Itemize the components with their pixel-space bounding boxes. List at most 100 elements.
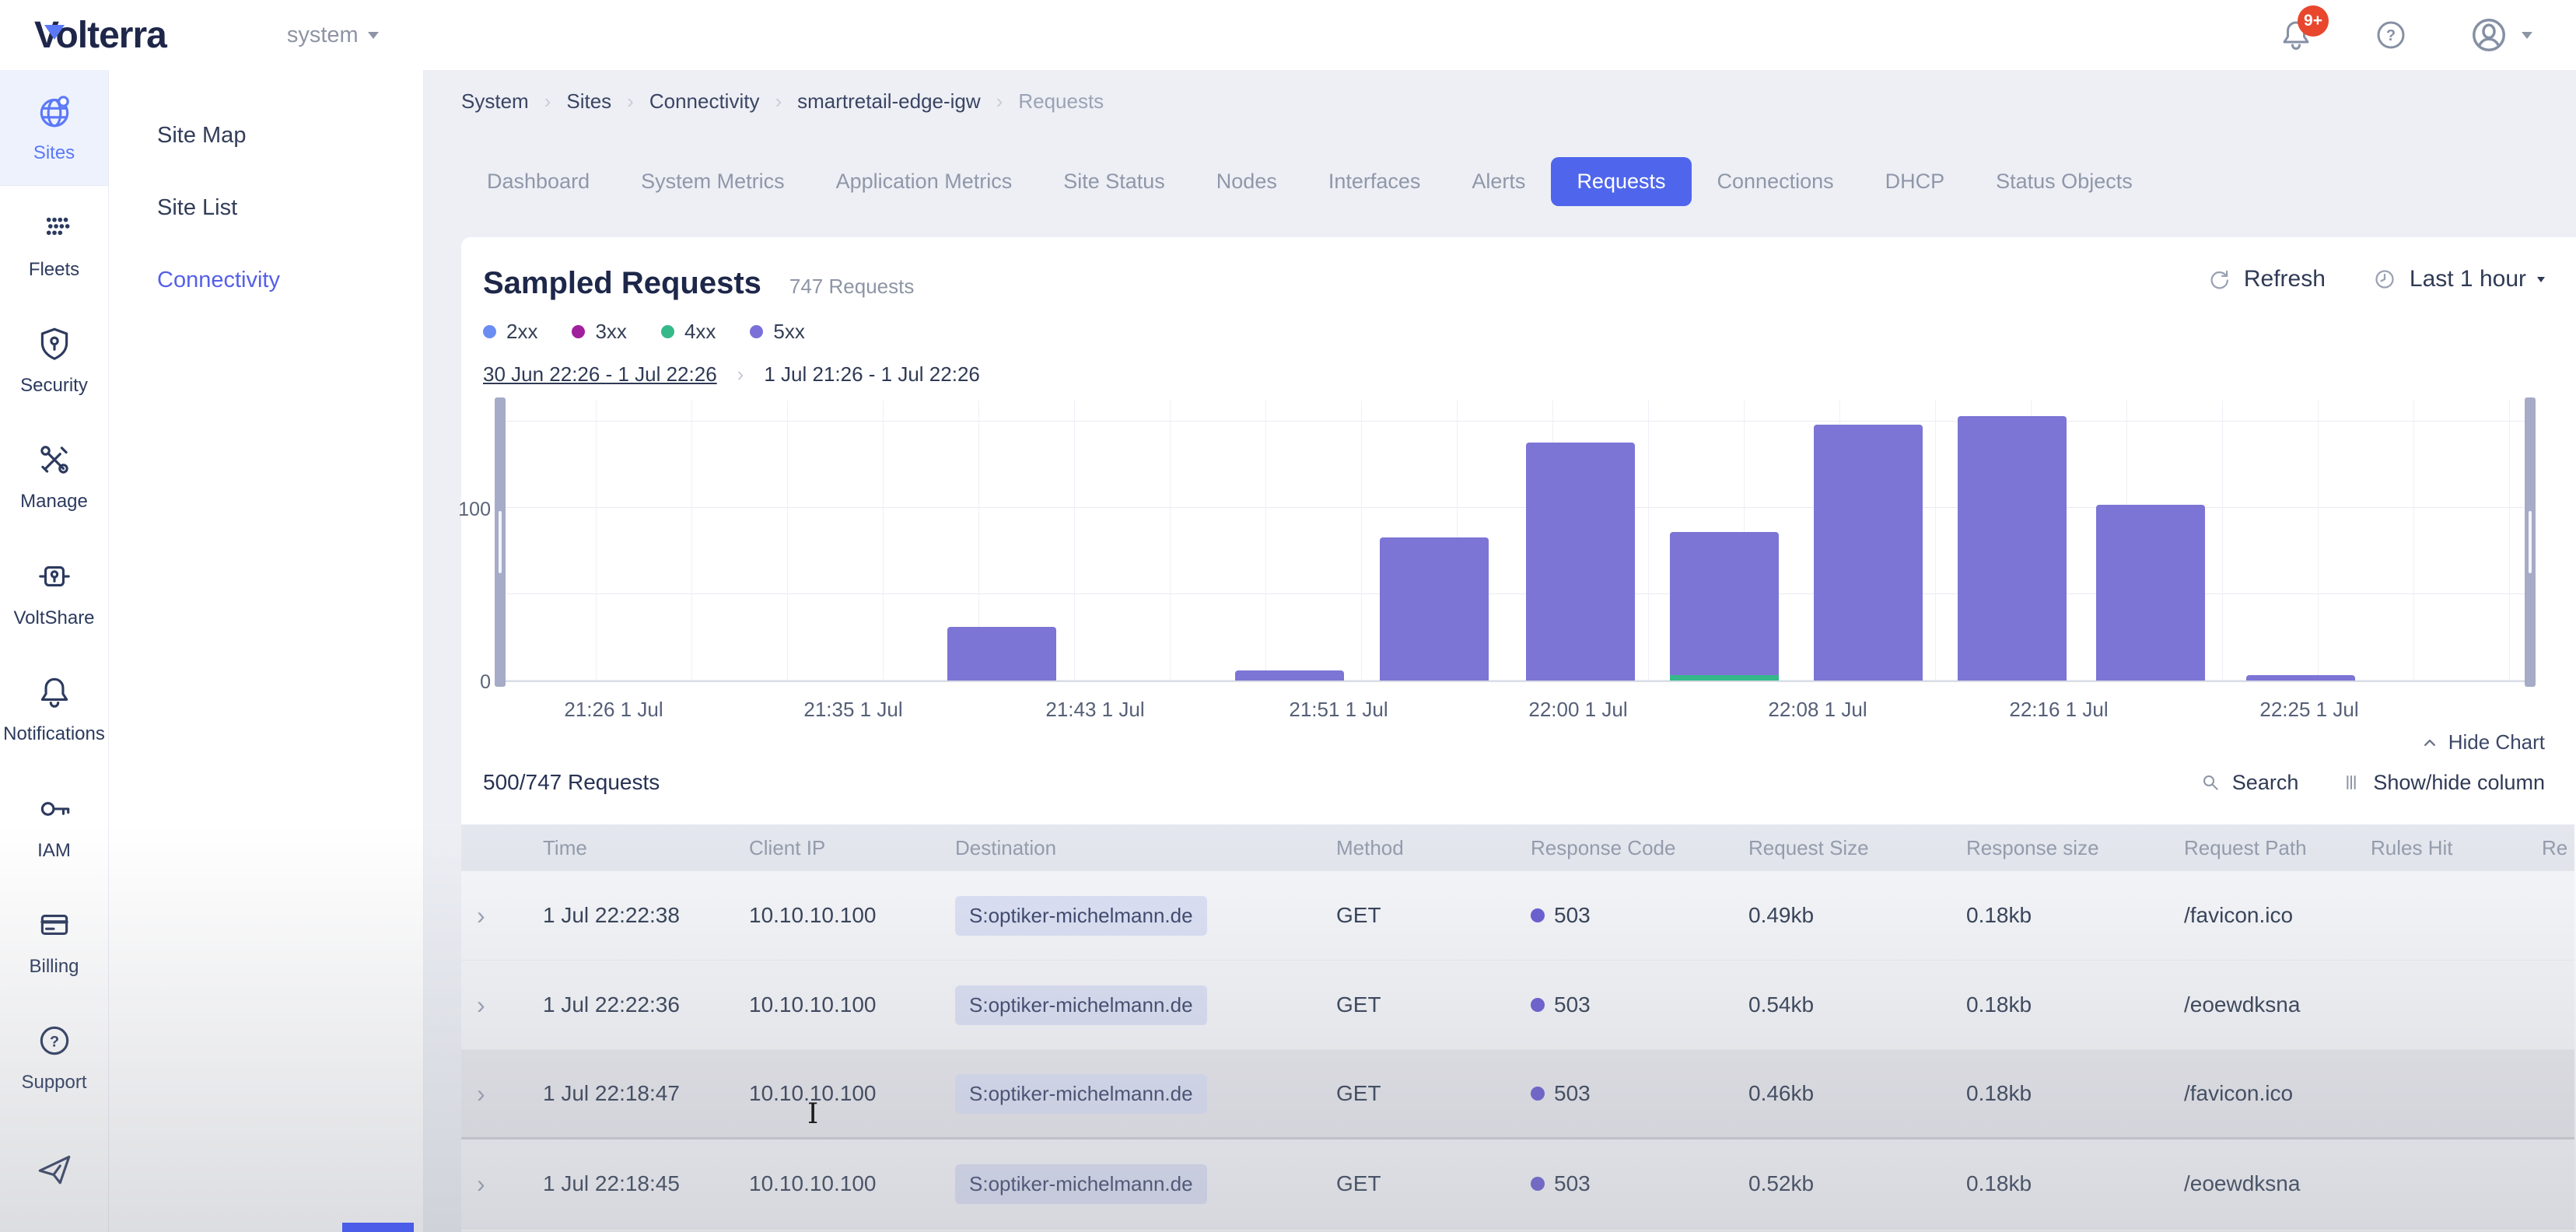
chart-bar-22:00[interactable] — [1526, 443, 1635, 681]
breadcrumb-item[interactable]: smartretail-edge-igw — [797, 89, 981, 114]
tab-status-objects[interactable]: Status Objects — [1970, 157, 2158, 206]
sidebar-item-notifications[interactable]: Notifications — [0, 651, 108, 767]
chevron-down-icon — [2522, 32, 2532, 39]
tab-interfaces[interactable]: Interfaces — [1303, 157, 1447, 206]
tab-application-metrics[interactable]: Application Metrics — [810, 157, 1038, 206]
row-expander[interactable]: › — [461, 1170, 527, 1199]
sidebar-item-support[interactable]: ?Support — [0, 999, 108, 1115]
column-header-destination[interactable]: Destination — [940, 836, 1321, 860]
table-toolbar-actions: Search Show/hide column — [2198, 770, 2545, 795]
question-circle-icon: ? — [2372, 16, 2410, 54]
tenant-switcher[interactable]: system — [287, 23, 379, 48]
chart-bar-22:25[interactable] — [2246, 675, 2355, 681]
breadcrumb-item[interactable]: Connectivity — [649, 89, 760, 114]
legend-item-4xx[interactable]: 4xx — [661, 320, 716, 344]
tab-site-status[interactable]: Site Status — [1038, 157, 1191, 206]
user-menu[interactable] — [2467, 13, 2532, 57]
chevron-right-icon: › — [477, 991, 485, 1020]
cell-response-size: 0.18kb — [1951, 1171, 2168, 1196]
search-icon — [2198, 770, 2223, 795]
chart-brush-handle-left[interactable] — [495, 397, 506, 687]
sidebar-item-label: Fleets — [29, 259, 79, 281]
cell-destination: S:optiker-michelmann.de — [940, 985, 1321, 1025]
chart-bar-22:10[interactable] — [1814, 425, 1923, 681]
sidebar-item-voltshare[interactable]: VoltShare — [0, 535, 108, 651]
status-dot-icon — [1531, 908, 1545, 922]
table-row[interactable]: ›1 Jul 22:18:4710.10.10.100S:optiker-mic… — [461, 1050, 2574, 1139]
table-row[interactable]: ›1 Jul 22:22:3610.10.10.100S:optiker-mic… — [461, 961, 2574, 1050]
brand-logo[interactable]: Volterra — [34, 14, 166, 57]
sub-sidebar-item-connectivity[interactable]: Connectivity — [109, 244, 423, 317]
tab-alerts[interactable]: Alerts — [1446, 157, 1551, 206]
x-axis-tick-label: 21:35 1 Jul — [803, 698, 902, 722]
status-dot-icon — [1531, 1087, 1545, 1101]
sidebar-item-security[interactable]: Security — [0, 303, 108, 418]
row-expander[interactable]: › — [461, 901, 527, 930]
tab-connections[interactable]: Connections — [1692, 157, 1860, 206]
column-header-response-size[interactable]: Response size — [1951, 836, 2168, 860]
column-header-re[interactable]: Re — [2526, 836, 2574, 860]
x-axis-tick-label: 21:43 1 Jul — [1045, 698, 1144, 722]
column-header-request-path[interactable]: Request Path — [2168, 836, 2355, 860]
help-button[interactable]: ? — [2372, 16, 2410, 54]
breadcrumb-item[interactable]: System — [461, 89, 529, 114]
requests-table: TimeClient IPDestinationMethodResponse C… — [461, 824, 2574, 1229]
time-range-dropdown[interactable]: Last 1 hour — [2371, 265, 2545, 293]
legend-item-3xx[interactable]: 3xx — [572, 320, 626, 344]
column-header-rules-hit[interactable]: Rules Hit — [2355, 836, 2526, 860]
chart-bar-22:05[interactable] — [1670, 532, 1779, 681]
search-button[interactable]: Search — [2198, 770, 2299, 795]
tab-nodes[interactable]: Nodes — [1191, 157, 1303, 206]
chart-bar-21:50[interactable] — [1235, 670, 1344, 681]
destination-badge[interactable]: S:optiker-michelmann.de — [955, 1074, 1207, 1114]
table-toolbar: 500/747 Requests Search Show/hide column — [483, 770, 2576, 795]
sub-sidebar-item-site-map[interactable]: Site Map — [109, 100, 423, 172]
row-expander[interactable]: › — [461, 991, 527, 1020]
chart-bar-21:55[interactable] — [1380, 537, 1489, 681]
destination-badge[interactable]: S:optiker-michelmann.de — [955, 1164, 1207, 1204]
row-expander[interactable]: › — [461, 1080, 527, 1108]
chart-bar-22:20[interactable] — [2096, 505, 2205, 681]
chart-brush-handle-right[interactable] — [2525, 397, 2536, 687]
showhide-column-button[interactable]: Show/hide column — [2339, 770, 2545, 795]
chart-plot-area[interactable] — [500, 401, 2530, 682]
sub-sidebar-item-site-list[interactable]: Site List — [109, 172, 423, 244]
chart-bar-21:40[interactable] — [947, 627, 1056, 681]
table-row[interactable]: ›1 Jul 22:22:3810.10.10.100S:optiker-mic… — [461, 871, 2574, 961]
sidebar-item-label: Billing — [29, 956, 79, 978]
tab-system-metrics[interactable]: System Metrics — [615, 157, 810, 206]
cell-method: GET — [1321, 903, 1515, 928]
chevron-right-icon: › — [544, 89, 551, 114]
column-header-method[interactable]: Method — [1321, 836, 1515, 860]
table-row[interactable]: ›1 Jul 22:18:4510.10.10.100S:optiker-mic… — [461, 1139, 2574, 1229]
notifications-bell-button[interactable]: 9+ — [2277, 16, 2315, 54]
sidebar-item-iam[interactable]: IAM — [0, 767, 108, 883]
breadcrumb-item[interactable]: Sites — [566, 89, 611, 114]
legend-item-5xx[interactable]: 5xx — [750, 320, 804, 344]
sidebar-item-sites[interactable]: Sites — [0, 70, 108, 186]
column-header-request-size[interactable]: Request Size — [1733, 836, 1951, 860]
svg-text:?: ? — [2386, 27, 2396, 44]
sidebar-item-billing[interactable]: Billing — [0, 884, 108, 999]
column-header-response-code[interactable]: Response Code — [1515, 836, 1733, 860]
destination-badge[interactable]: S:optiker-michelmann.de — [955, 896, 1207, 936]
topbar: Volterra system 9+ ? — [0, 0, 2576, 70]
key-icon — [35, 789, 74, 832]
tab-dhcp[interactable]: DHCP — [1860, 157, 1971, 206]
sidebar-item-fleets[interactable]: Fleets — [0, 186, 108, 302]
tab-dashboard[interactable]: Dashboard — [461, 157, 615, 206]
column-header-client-ip[interactable]: Client IP — [733, 836, 940, 860]
column-header-time[interactable]: Time — [527, 836, 733, 860]
legend-item-2xx[interactable]: 2xx — [483, 320, 537, 344]
sidebar-item-bottom-partial[interactable] — [0, 1116, 108, 1232]
tab-requests[interactable]: Requests — [1551, 157, 1691, 206]
chart-bar-22:15[interactable] — [1958, 416, 2067, 681]
sidebar-item-manage[interactable]: Manage — [0, 418, 108, 534]
refresh-button[interactable]: Refresh — [2205, 265, 2326, 293]
time-range-link[interactable]: 30 Jun 22:26 - 1 Jul 22:26 — [483, 362, 717, 387]
breadcrumb: System›Sites›Connectivity›smartretail-ed… — [461, 86, 2576, 117]
destination-badge[interactable]: S:optiker-michelmann.de — [955, 985, 1207, 1025]
x-axis-tick-label: 21:26 1 Jul — [564, 698, 663, 722]
sidebar-item-label: Support — [21, 1072, 86, 1094]
hide-chart-button[interactable]: Hide Chart — [483, 730, 2545, 754]
